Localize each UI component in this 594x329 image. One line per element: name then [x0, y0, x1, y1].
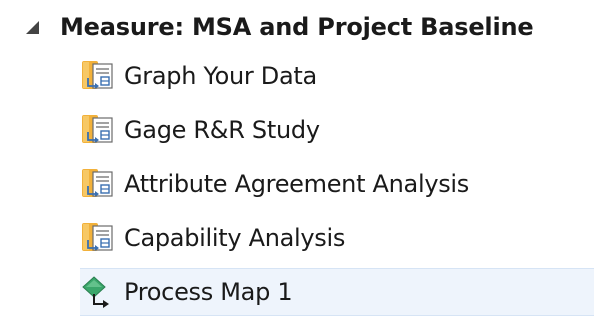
phase-label: Measure: MSA and Project Baseline — [60, 13, 534, 41]
tree-item-capability-analysis[interactable]: Capability Analysis — [80, 214, 345, 262]
tree-item-gage-rr-study[interactable]: Gage R&R Study — [80, 106, 320, 154]
collapse-triangle-icon[interactable] — [22, 17, 42, 37]
tree-item-label: Process Map 1 — [124, 278, 293, 306]
tree-item-graph-your-data[interactable]: Graph Your Data — [80, 52, 317, 100]
form-document-icon — [82, 115, 113, 143]
tree-item-label: Graph Your Data — [124, 62, 317, 90]
process-map-icon — [82, 276, 109, 308]
tree-item-label: Gage R&R Study — [124, 116, 320, 144]
tree-phase-measure[interactable]: Measure: MSA and Project Baseline — [0, 4, 594, 50]
form-document-icon — [82, 223, 113, 251]
form-document-icon — [82, 169, 113, 197]
tree-item-process-map-1[interactable]: Process Map 1 — [80, 268, 594, 316]
project-tree: Measure: MSA and Project Baseline Graph … — [0, 0, 594, 329]
form-document-icon — [82, 61, 113, 89]
tree-item-attribute-agreement-analysis[interactable]: Attribute Agreement Analysis — [80, 160, 469, 208]
tree-item-label: Capability Analysis — [124, 224, 346, 252]
tree-item-label: Attribute Agreement Analysis — [124, 170, 470, 198]
